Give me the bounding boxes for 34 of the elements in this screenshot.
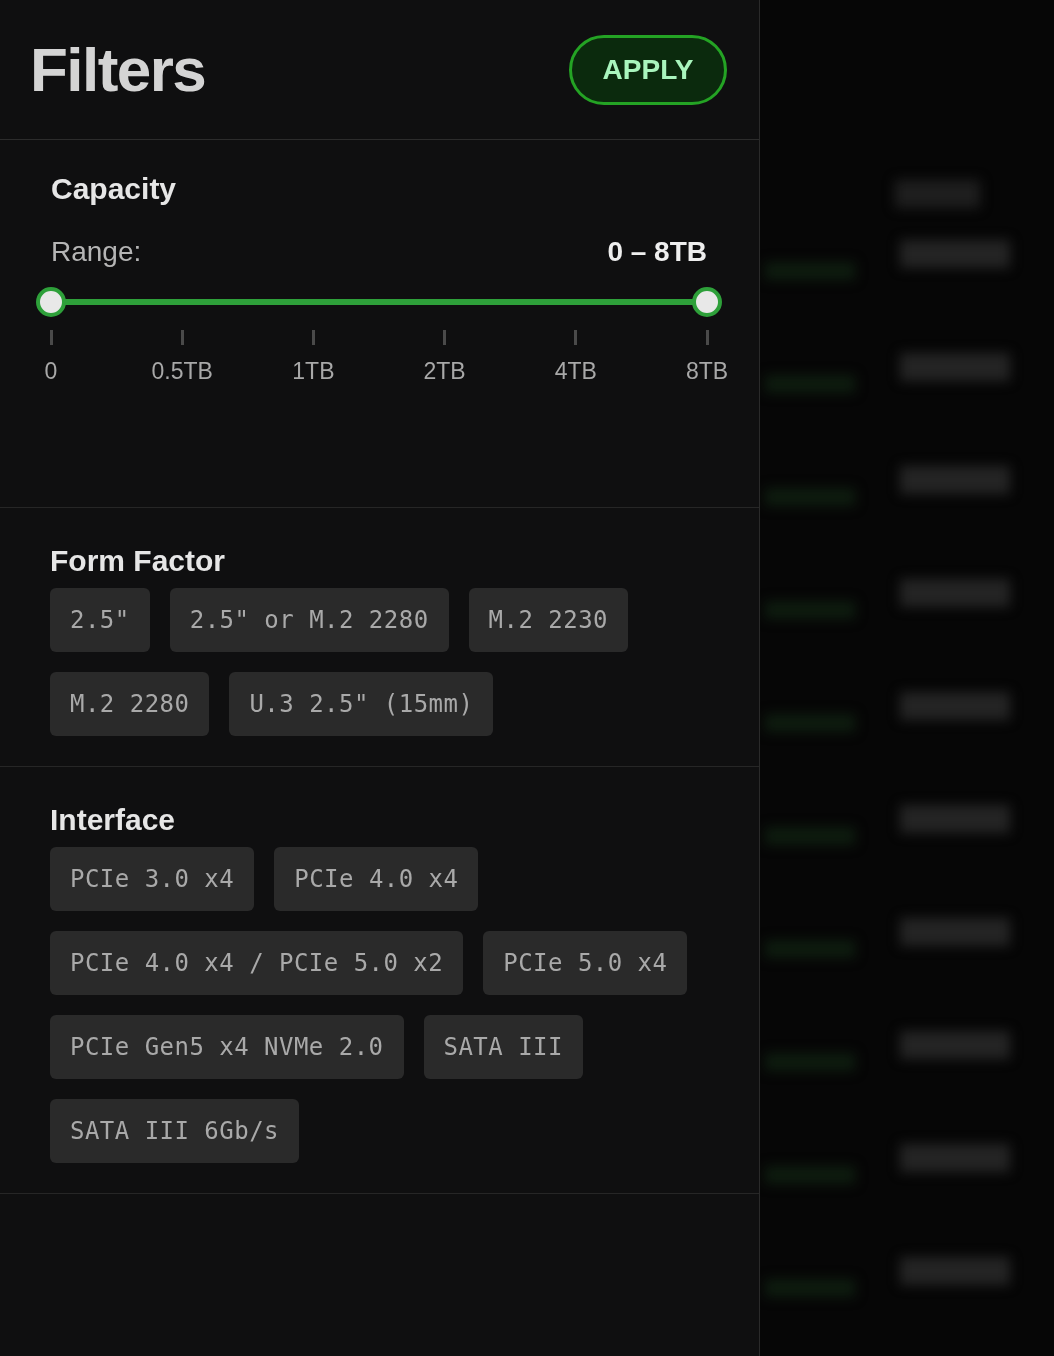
section-title: Capacity (51, 174, 178, 204)
tick-label: 0 (44, 360, 58, 383)
tick-label: 4TB (554, 360, 597, 383)
filter-chip[interactable]: PCIe 4.0 x4 / PCIe 5.0 x2 (50, 931, 464, 995)
filter-chip[interactable]: PCIe Gen5 x4 NVMe 2.0 (50, 1015, 404, 1079)
filter-chip[interactable]: M.2 2280 (50, 672, 210, 736)
range-slider[interactable] (36, 287, 722, 317)
slider-thumb[interactable] (692, 287, 722, 317)
section-title: Form Factor (50, 546, 227, 576)
tick-mark (311, 330, 315, 345)
section-title: Interface (50, 805, 177, 835)
tick-label: 1TB (292, 360, 335, 383)
tick-mark (49, 330, 53, 345)
filter-chip[interactable]: SATA III (423, 1015, 583, 1079)
filter-chip[interactable]: PCIe 5.0 x4 (483, 931, 688, 995)
filter-chip[interactable]: 2.5" or M.2 2280 (169, 588, 449, 652)
range-label: Range: (51, 238, 142, 266)
tick-label: 2TB (423, 360, 466, 383)
filter-chip[interactable]: PCIe 3.0 x4 (50, 847, 255, 911)
slider-thumb[interactable] (36, 287, 66, 317)
apply-button[interactable]: APPLY (569, 34, 727, 105)
tick-mark (180, 330, 184, 345)
tick-mark (443, 330, 447, 345)
range-value: 0 – 8TB (607, 238, 707, 266)
tick-mark (574, 330, 578, 345)
filter-chip[interactable]: M.2 2230 (468, 588, 629, 652)
filter-chip[interactable]: 2.5" (50, 588, 150, 652)
filter-chip[interactable]: SATA III 6Gb/s (50, 1099, 299, 1163)
panel-title: Filters (30, 38, 206, 101)
tick-mark (705, 330, 709, 345)
tick-label: 0.5TB (151, 360, 213, 383)
filter-chip[interactable]: U.3 2.5" (15mm) (229, 672, 494, 736)
tick-label: 8TB (685, 360, 729, 383)
filter-chip[interactable]: PCIe 4.0 x4 (274, 847, 479, 911)
